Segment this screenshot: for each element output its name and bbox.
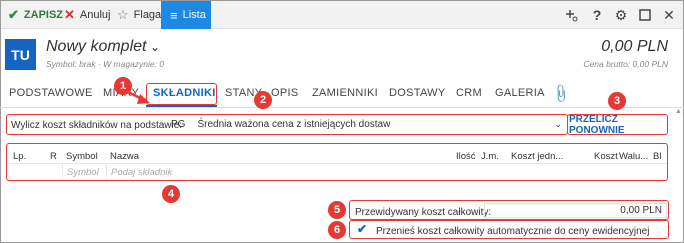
help-icon[interactable]: ? <box>587 1 607 29</box>
list-label: Lista <box>182 9 206 21</box>
star-icon: ☆ <box>117 7 129 22</box>
recalc-button[interactable]: PRZELICZ PONOWNIE <box>569 114 668 136</box>
callout-badge-6: 6 <box>328 221 346 239</box>
calc-basis-label: Wylicz koszt składników na podstawie: <box>11 120 183 131</box>
gear-icon[interactable]: ⚙ <box>611 1 631 29</box>
scroll-up-icon[interactable]: ▲ <box>675 108 682 115</box>
cancel-button[interactable]: ✕ Anuluj <box>64 1 110 29</box>
grid-divider <box>62 164 63 178</box>
col-header-unit-cost[interactable]: Koszt jedn... <box>511 151 563 162</box>
callout-badge-3: 3 <box>608 92 626 110</box>
save-label: ZAPISZ <box>23 9 64 21</box>
tab-zamienniki[interactable]: ZAMIENNIKI <box>312 87 378 99</box>
calc-basis-value: Średnia ważona cena z istniejących dosta… <box>197 119 391 130</box>
col-header-qty[interactable]: Ilość <box>456 151 476 162</box>
tab-galeria[interactable]: GALERIA <box>495 87 545 99</box>
tab-opis[interactable]: OPIS <box>271 87 299 99</box>
col-header-cost[interactable]: Koszt <box>594 151 618 162</box>
transfer-label[interactable]: Przenieś koszt całkowity automatycznie d… <box>376 226 649 237</box>
window-close-icon[interactable]: ✕ <box>659 1 679 29</box>
col-header-lp[interactable]: Lp. <box>13 151 26 162</box>
grid-divider <box>106 164 107 178</box>
close-icon: ✕ <box>64 7 75 22</box>
col-header-bl[interactable]: Bl <box>653 151 661 162</box>
maximize-icon[interactable] <box>635 1 655 29</box>
total-cost-value: 0,00 PLN <box>620 205 662 216</box>
symbol-input[interactable]: Symbol <box>67 167 99 178</box>
grid-header-divider <box>9 163 667 164</box>
total-cost-field: 0,00 PLN <box>484 203 667 218</box>
cancel-label: Anuluj <box>79 9 111 21</box>
tab-dostawy[interactable]: DOSTAWY <box>389 87 446 99</box>
col-header-name[interactable]: Nazwa <box>110 151 139 162</box>
avatar: TU <box>5 39 36 70</box>
calc-basis-select[interactable]: PG Średnia ważona cena z istniejących do… <box>166 116 566 133</box>
calc-basis-code: PG <box>171 119 186 130</box>
toolbar: ✔ ZAPISZ ✕ Anuluj ☆ Flaga ≡ Lista ? ⚙ ✕ <box>1 1 683 29</box>
chevron-down-icon: ⌄ <box>554 119 562 129</box>
tab-crm[interactable]: CRM <box>456 87 482 99</box>
col-header-unit[interactable]: J.m. <box>481 151 499 162</box>
callout-badge-4: 4 <box>162 185 180 203</box>
tab-podstawowe[interactable]: PODSTAWOWE <box>9 87 93 99</box>
col-header-symbol[interactable]: Symbol <box>66 151 98 162</box>
tab-bar: PODSTAWOWE MIARY SKŁADNIKI STANY OPIS ZA… <box>0 80 684 108</box>
check-icon: ✔ <box>8 7 19 22</box>
transfer-checkbox[interactable]: ✔ <box>357 222 367 236</box>
callout-badge-2: 2 <box>254 91 272 109</box>
total-cost-label: Przewidywany koszt całkowity: <box>355 207 492 218</box>
gross-price: Cena brutto: 0,00 PLN <box>583 59 668 69</box>
flag-button[interactable]: ☆ Flaga <box>117 1 161 29</box>
add-icon[interactable] <box>561 1 581 29</box>
item-subtitle: Symbol: brak · W magazynie: 0 <box>46 59 165 69</box>
price-value: 0,00 PLN <box>601 38 668 55</box>
page-title: Nowy komplet <box>46 38 147 55</box>
col-header-r[interactable]: R <box>50 151 57 162</box>
component-input[interactable]: Podaj składnik <box>111 167 172 178</box>
chevron-down-icon[interactable]: ⌄ <box>150 40 160 54</box>
col-header-currency[interactable]: Walu... <box>619 151 648 162</box>
callout-badge-5: 5 <box>328 201 346 219</box>
save-button[interactable]: ✔ ZAPISZ <box>8 1 63 29</box>
highlight-tab <box>146 83 217 105</box>
list-button[interactable]: ≡ Lista <box>161 1 211 29</box>
active-tab-indicator <box>146 105 217 107</box>
flag-label: Flaga <box>133 9 162 21</box>
list-icon: ≡ <box>170 7 178 23</box>
